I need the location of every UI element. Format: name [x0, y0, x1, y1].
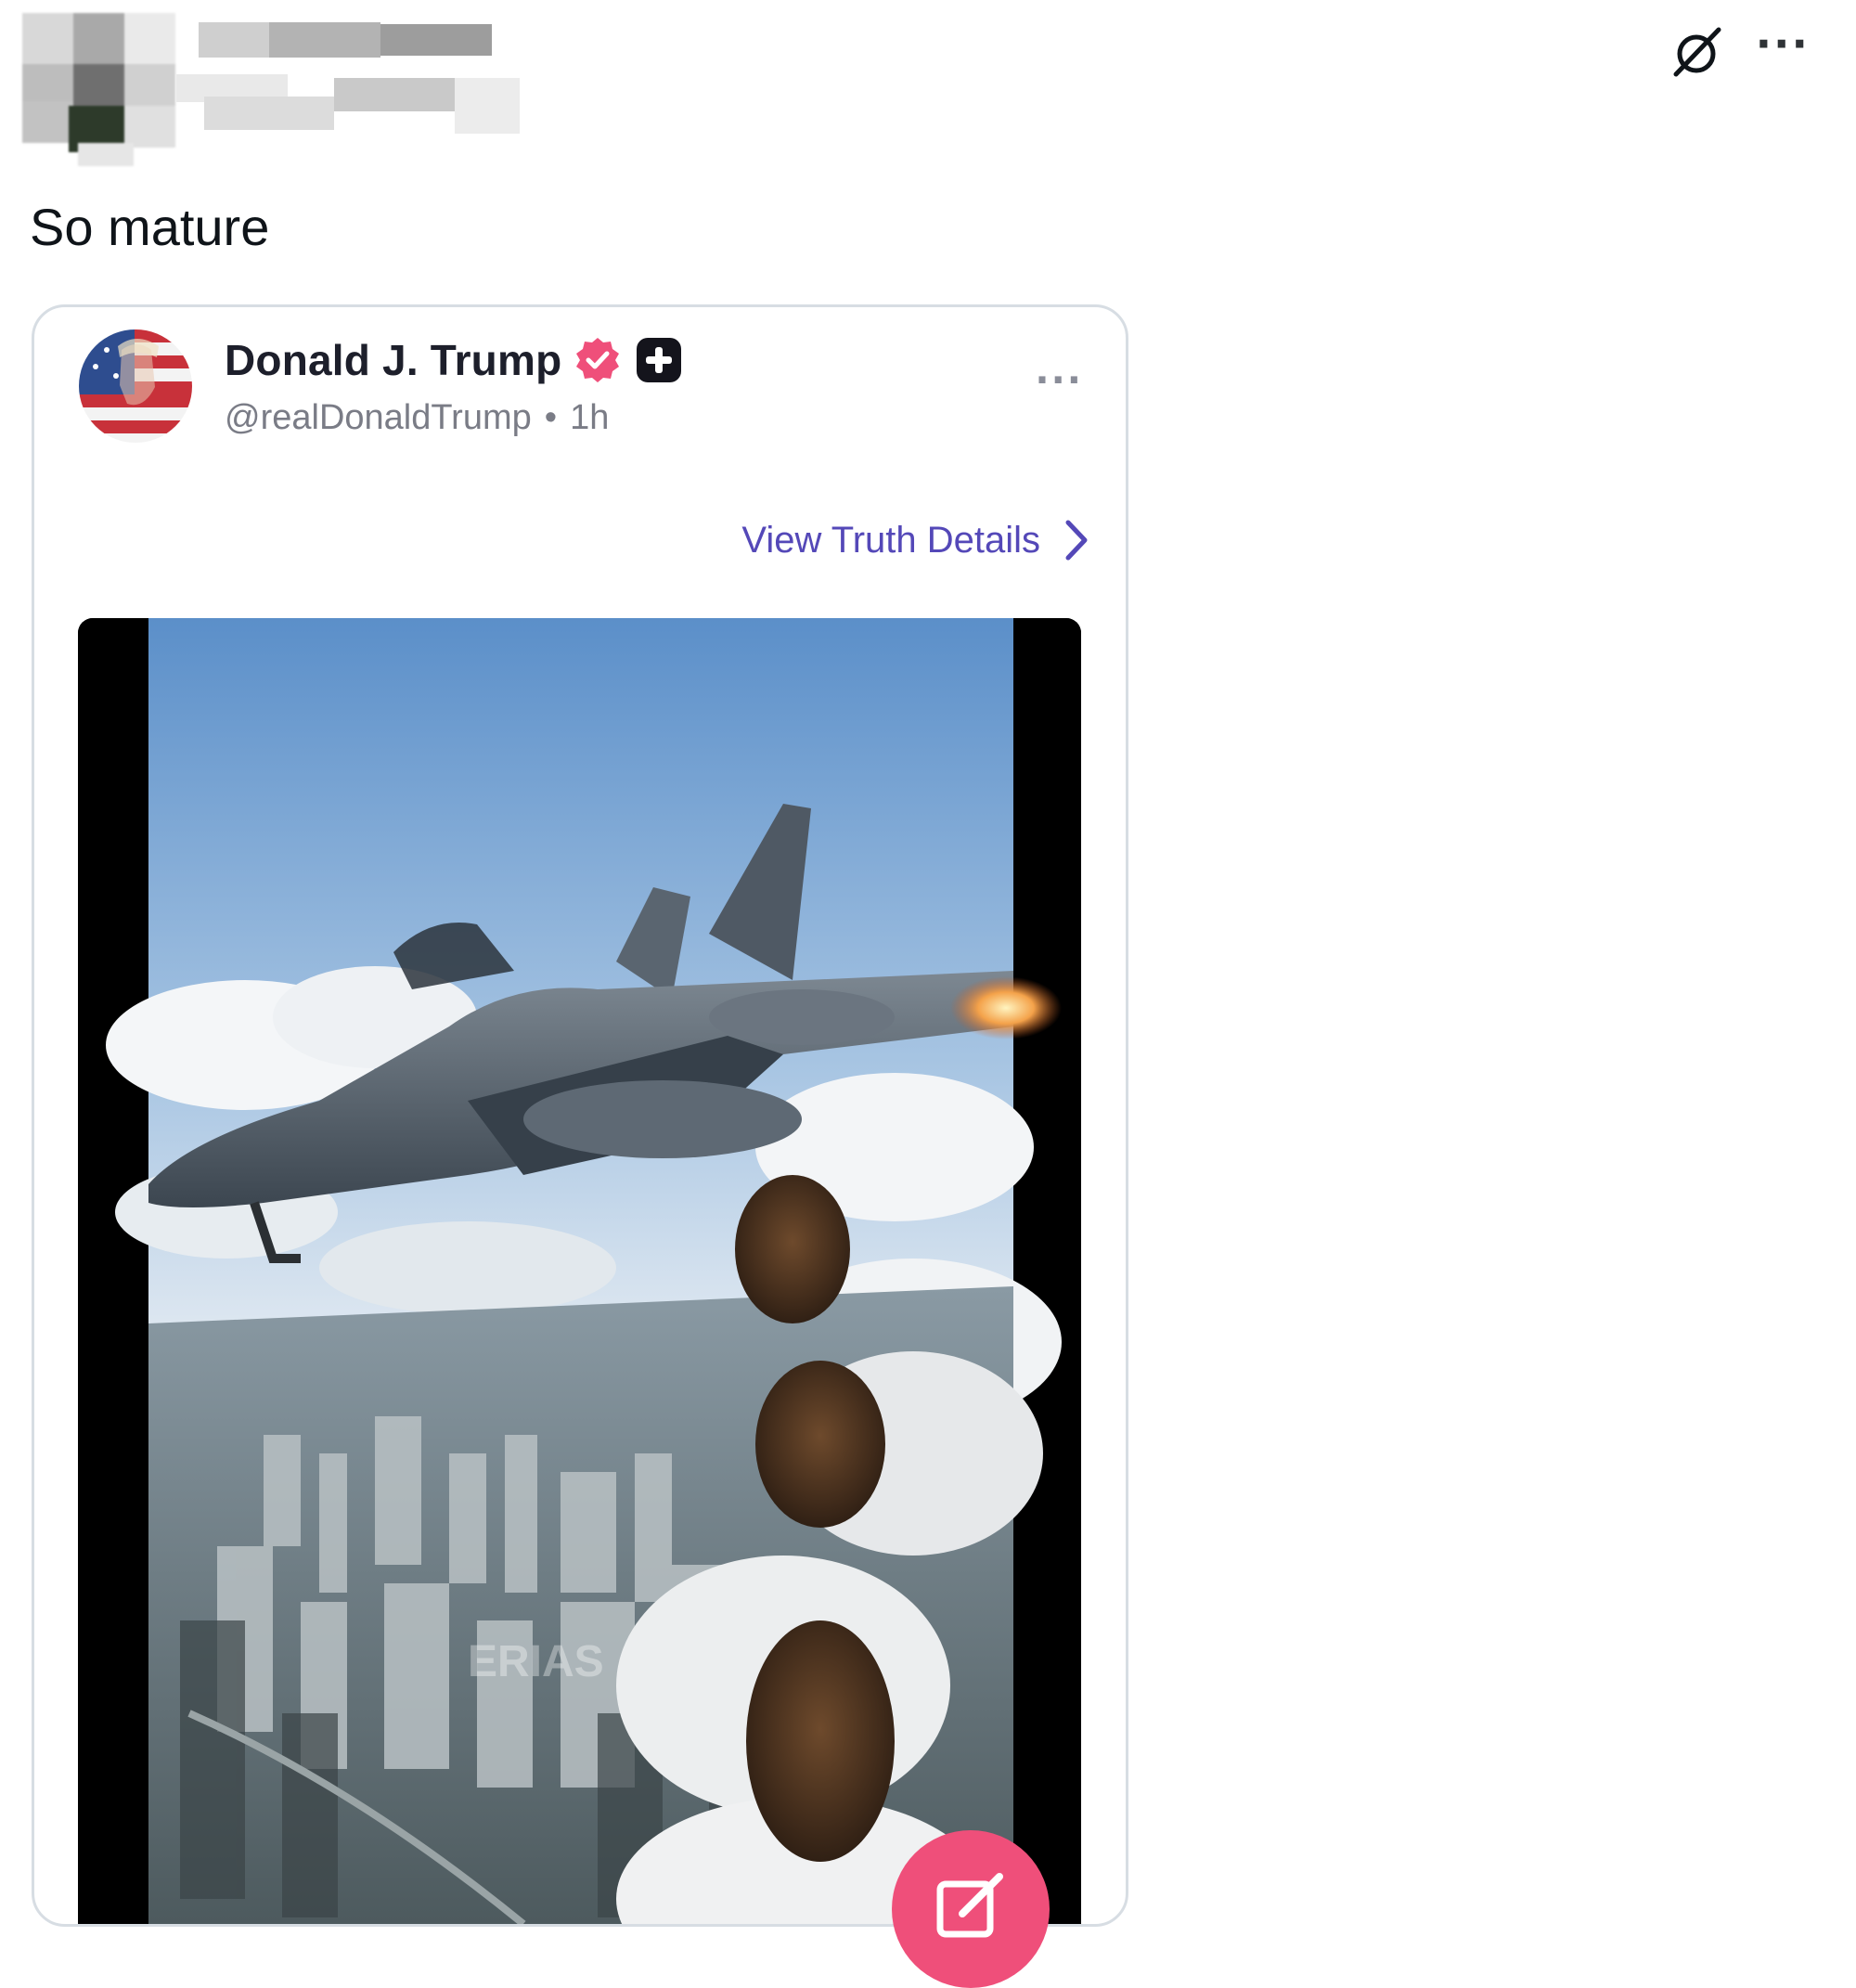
media-illustration: ERIAS [78, 618, 1081, 1924]
view-truth-details-link[interactable]: View Truth Details [741, 517, 1092, 563]
view-truth-details-label: View Truth Details [741, 519, 1040, 561]
embed-meta: @realDonaldTrump • 1h [225, 398, 609, 438]
post-header [22, 13, 520, 166]
slashed-circle-icon[interactable] [1667, 22, 1726, 82]
embed-display-name[interactable]: Donald J. Trump [225, 335, 561, 385]
compose-button[interactable] [892, 1830, 1050, 1988]
author-name[interactable] [176, 13, 520, 143]
meta-separator: • [544, 398, 558, 437]
more-horizontal-icon[interactable]: ··· [1035, 359, 1083, 402]
embed-author: Donald J. Trump [225, 335, 684, 385]
embed-avatar[interactable] [79, 329, 192, 443]
embedded-post-card[interactable]: Donald J. Trump @realDonaldTrump • 1h ··… [32, 304, 1128, 1927]
media-video[interactable]: ERIAS [78, 618, 1081, 1924]
post-actions: ··· [1667, 22, 1810, 82]
avatar[interactable] [22, 13, 175, 166]
verified-badge-icon [576, 338, 620, 382]
chevron-right-icon [1065, 520, 1088, 561]
embed-timestamp: 1h [570, 398, 610, 437]
media-watermark: ERIAS [468, 1637, 604, 1686]
compose-icon [936, 1873, 1003, 1938]
more-horizontal-icon[interactable]: ··· [1756, 22, 1810, 65]
embed-handle[interactable]: @realDonaldTrump [225, 398, 532, 438]
plus-badge-icon [637, 338, 682, 382]
post-text: So mature [30, 198, 270, 256]
